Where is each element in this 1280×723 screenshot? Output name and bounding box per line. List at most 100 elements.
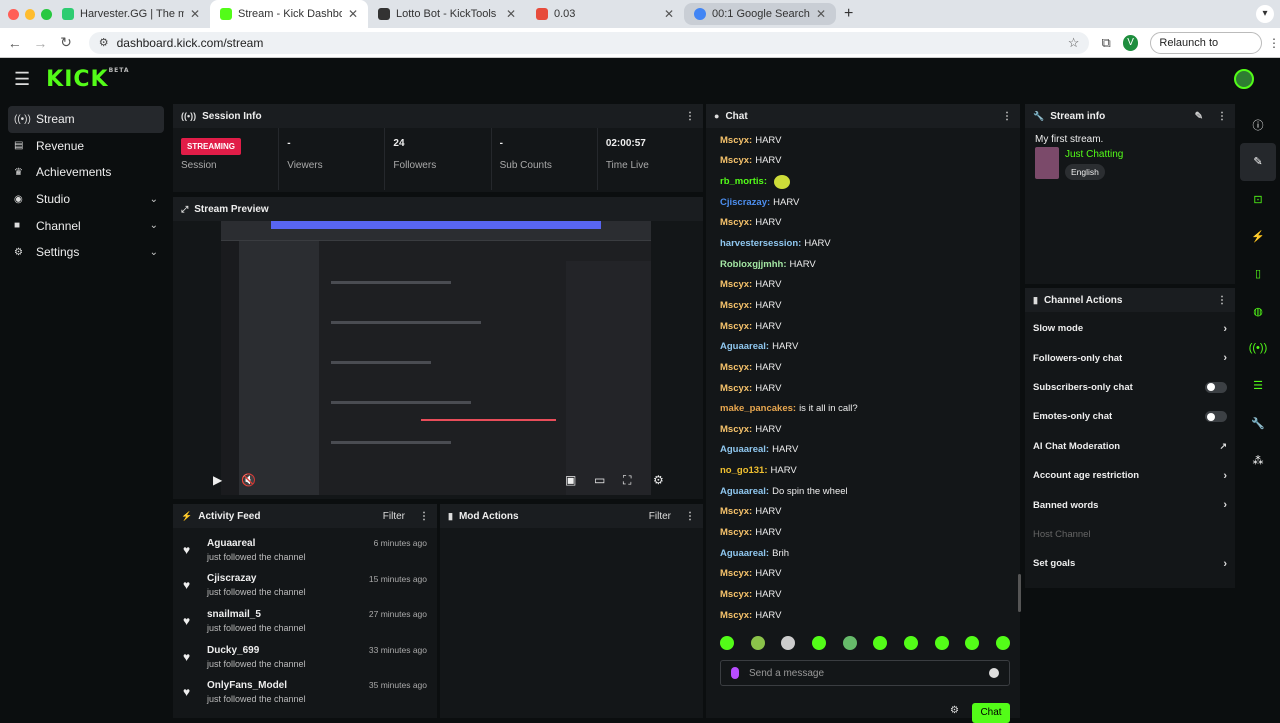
emote-icon[interactable] xyxy=(995,636,1010,650)
theater-mode-icon[interactable]: ▭ xyxy=(594,473,605,487)
focus-icon[interactable]: ⊡ xyxy=(1240,181,1276,218)
follower-name[interactable]: OnlyFans_Model xyxy=(207,680,306,691)
emote-icon[interactable] xyxy=(720,636,734,650)
chat-username[interactable]: make_pancakes: xyxy=(720,403,796,414)
chat-username[interactable]: Aguaareal: xyxy=(720,341,769,352)
chat-username[interactable]: Mscyx: xyxy=(720,135,752,146)
url-text[interactable]: dashboard.kick.com/stream xyxy=(117,36,1068,50)
action-banned-words[interactable]: Banned words › xyxy=(1025,490,1235,519)
user-avatar[interactable] xyxy=(1234,69,1254,89)
kick-logo[interactable]: KICKBETA xyxy=(46,67,129,92)
emote-icon[interactable] xyxy=(811,636,826,650)
sidebar-item-channel[interactable]: ■ Channel ⌄ xyxy=(8,212,164,239)
emote-icon[interactable] xyxy=(781,636,796,650)
chat-username[interactable]: Aguaareal: xyxy=(720,548,769,559)
action-followers-only-chat[interactable]: Followers-only chat › xyxy=(1025,343,1235,372)
forward-arrow-icon[interactable]: → xyxy=(30,35,52,51)
microphone-icon[interactable] xyxy=(731,667,739,679)
emote-icon[interactable] xyxy=(934,636,949,650)
chat-username[interactable]: Mscyx: xyxy=(720,610,752,621)
edit-pencil-icon[interactable]: ✎ xyxy=(1195,111,1203,122)
follower-name[interactable]: Cjiscrazay xyxy=(207,573,306,584)
bookmark-star-icon[interactable]: ☆ xyxy=(1068,35,1080,51)
chat-username[interactable]: Mscyx: xyxy=(720,506,752,517)
chat-username[interactable]: Robloxgjjmhh: xyxy=(720,259,787,270)
emote-icon[interactable] xyxy=(750,636,765,650)
chat-username[interactable]: no_go131: xyxy=(720,465,768,476)
more-options-icon[interactable]: ⋮ xyxy=(685,511,695,522)
follower-name[interactable]: Ducky_699 xyxy=(207,645,306,656)
site-info-icon[interactable]: ⚙ xyxy=(99,36,109,49)
browser-tab-kick-dashboard[interactable]: Stream - Kick Dashboard ✕ xyxy=(210,0,368,28)
category-name[interactable]: Just Chatting xyxy=(1065,149,1123,160)
document-icon[interactable]: ▯ xyxy=(1240,255,1276,292)
chat-username[interactable]: Aguaareal: xyxy=(720,444,769,455)
back-arrow-icon[interactable]: ← xyxy=(4,35,26,51)
close-tab-icon[interactable]: ✕ xyxy=(664,7,674,21)
sidebar-item-stream[interactable]: ((•)) Stream xyxy=(8,106,164,133)
close-tab-icon[interactable]: ✕ xyxy=(816,7,826,21)
chat-username[interactable]: Mscyx: xyxy=(720,279,752,290)
close-window-button[interactable] xyxy=(8,8,19,20)
stream-preview-video[interactable] xyxy=(221,221,651,495)
browser-tab-google-search[interactable]: 00:1 Google Search ✕ xyxy=(684,3,836,25)
edit-pencil-icon[interactable]: ✎ xyxy=(1240,143,1276,181)
action-ai-chat-moderation[interactable]: AI Chat Moderation ↗ xyxy=(1025,432,1235,461)
chat-username[interactable]: Cjiscrazay: xyxy=(720,197,770,208)
send-chat-button[interactable]: Chat xyxy=(972,703,1010,723)
chat-username[interactable]: Mscyx: xyxy=(720,568,752,579)
extensions-puzzle-icon[interactable]: ⧉ xyxy=(1101,35,1110,51)
maximize-window-button[interactable] xyxy=(41,8,53,20)
sidebar-item-settings[interactable]: ⚙ Settings ⌄ xyxy=(8,239,164,266)
sidebar-item-revenue[interactable]: ▤ Revenue xyxy=(8,133,164,160)
emote-icon[interactable] xyxy=(873,636,888,650)
broadcast-icon[interactable]: ((•)) xyxy=(1240,330,1276,367)
widgets-icon[interactable]: ⁂ xyxy=(1240,442,1276,479)
filter-button[interactable]: Filter xyxy=(383,511,405,522)
chat-username[interactable]: Mscyx: xyxy=(720,527,752,538)
relaunch-button[interactable]: Relaunch to update xyxy=(1150,31,1262,69)
chat-username[interactable]: Mscyx: xyxy=(720,300,752,311)
action-slow-mode[interactable]: Slow mode › xyxy=(1025,314,1235,343)
close-tab-icon[interactable]: ✕ xyxy=(506,7,516,21)
browser-tab-harvester[interactable]: Harvester.GG | The most inno ✕ xyxy=(52,0,210,28)
chat-username[interactable]: rb_mortis: xyxy=(720,176,767,187)
filter-button[interactable]: Filter xyxy=(649,511,671,522)
emoji-picker-icon[interactable] xyxy=(989,668,999,678)
browser-menu-icon[interactable]: ⋮ xyxy=(1268,36,1280,50)
wrench-icon[interactable]: 🔧 xyxy=(1240,404,1276,441)
emote-icon[interactable] xyxy=(903,636,918,650)
follower-name[interactable]: snailmail_5 xyxy=(207,609,306,620)
browser-tab-counter[interactable]: 0.03 ✕ xyxy=(526,0,684,28)
emote-icon[interactable] xyxy=(965,636,980,650)
chat-input[interactable]: Send a message xyxy=(720,660,1010,686)
chat-username[interactable]: Mscyx: xyxy=(720,155,752,166)
lightning-icon[interactable]: ⚡ xyxy=(1240,218,1276,255)
sidebar-item-achievements[interactable]: ♛ Achievements xyxy=(8,159,164,186)
chat-input-placeholder[interactable]: Send a message xyxy=(749,668,824,679)
more-options-icon[interactable]: ⋮ xyxy=(1217,111,1227,122)
chat-username[interactable]: Mscyx: xyxy=(720,589,752,600)
close-tab-icon[interactable]: ✕ xyxy=(348,7,358,21)
chat-scrollbar[interactable] xyxy=(1018,574,1021,612)
mute-icon[interactable]: 🔇 xyxy=(241,473,256,487)
list-icon[interactable]: ☰ xyxy=(1240,367,1276,404)
address-bar[interactable]: ⚙ dashboard.kick.com/stream ☆ xyxy=(88,31,1090,54)
chat-settings-gear-icon[interactable]: ⚙ xyxy=(950,705,959,716)
chat-username[interactable]: Aguaareal: xyxy=(720,486,769,497)
close-tab-icon[interactable]: ✕ xyxy=(190,7,200,21)
more-options-icon[interactable]: ⋮ xyxy=(419,511,429,522)
fullscreen-icon[interactable]: ⛶ xyxy=(623,473,631,488)
minimize-window-button[interactable] xyxy=(24,8,36,20)
profile-avatar[interactable]: V xyxy=(1122,34,1139,51)
action-account-age-restriction[interactable]: Account age restriction › xyxy=(1025,461,1235,490)
settings-gear-icon[interactable]: ⚙ xyxy=(653,473,664,487)
follower-name[interactable]: Aguaareal xyxy=(207,538,306,549)
chat-username[interactable]: Mscyx: xyxy=(720,424,752,435)
more-options-icon[interactable]: ⋮ xyxy=(1002,111,1012,122)
chat-username[interactable]: harvestersession: xyxy=(720,238,801,249)
emotes-only-toggle[interactable] xyxy=(1205,411,1227,423)
chat-username[interactable]: Mscyx: xyxy=(720,383,752,394)
sidebar-item-studio[interactable]: ◉ Studio ⌄ xyxy=(8,186,164,213)
more-options-icon[interactable]: ⋮ xyxy=(1217,295,1227,306)
